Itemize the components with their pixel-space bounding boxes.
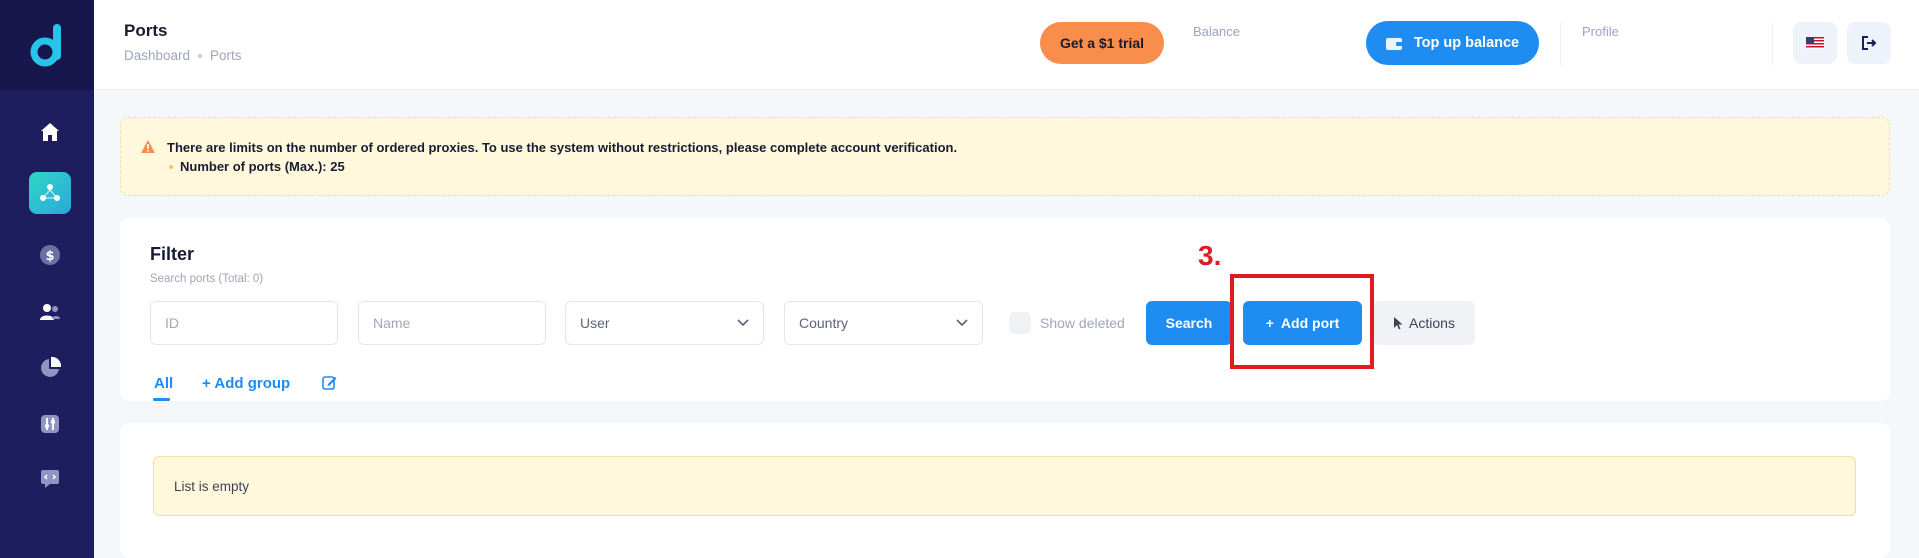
sidebar-item-ports[interactable] xyxy=(29,172,71,214)
network-icon xyxy=(40,184,60,201)
divider xyxy=(1772,22,1773,66)
chevron-down-icon xyxy=(956,319,968,327)
cursor-icon xyxy=(1394,316,1403,329)
ports-list-card: List is empty xyxy=(120,423,1890,558)
warning-message: There are limits on the number of ordere… xyxy=(167,140,958,155)
filter-subtitle: Search ports (Total: 0) xyxy=(150,273,264,285)
logout-button[interactable] xyxy=(1847,22,1891,64)
logo-icon xyxy=(30,24,61,67)
sidebar-item-stats[interactable] xyxy=(29,347,71,389)
add-group-button[interactable]: + Add group xyxy=(202,375,290,392)
chart-pie-icon xyxy=(41,356,62,377)
empty-list-message: List is empty xyxy=(153,456,1856,516)
logo[interactable] xyxy=(0,0,94,90)
top-up-button[interactable]: Top up balance xyxy=(1366,21,1539,65)
top-up-label: Top up balance xyxy=(1413,35,1520,51)
sidebar-item-billing[interactable]: $ xyxy=(29,234,71,276)
breadcrumb-separator xyxy=(198,53,203,58)
show-deleted-toggle[interactable]: Show deleted xyxy=(1009,312,1125,334)
edit-icon[interactable] xyxy=(322,375,337,390)
show-deleted-label: Show deleted xyxy=(1040,315,1125,331)
filter-title: Filter xyxy=(150,244,195,264)
bullet xyxy=(169,164,173,169)
add-group-label: Add group xyxy=(214,375,291,392)
settings-sliders-icon xyxy=(41,415,59,433)
verification-warning: There are limits on the number of ordere… xyxy=(120,117,1890,196)
id-input[interactable]: ID xyxy=(150,301,338,345)
header: Ports Dashboard Ports Get a $1 trial Bal… xyxy=(94,0,1919,90)
page-title: Ports xyxy=(124,21,168,40)
sidebar: $ xyxy=(0,0,94,558)
search-button[interactable]: Search xyxy=(1146,301,1232,345)
home-icon xyxy=(41,123,59,141)
users-icon xyxy=(40,304,60,320)
code-chat-icon xyxy=(41,470,59,488)
us-flag-icon xyxy=(1806,37,1824,49)
logout-icon xyxy=(1862,36,1877,50)
annotation-highlight-box xyxy=(1230,274,1374,369)
warning-limit-text: Number of ports (Max.): 25 xyxy=(180,159,345,174)
user-select-value: User xyxy=(580,315,610,331)
plus-icon: + xyxy=(202,375,215,392)
user-select[interactable]: User xyxy=(565,301,764,345)
country-select[interactable]: Country xyxy=(784,301,983,345)
svg-text:$: $ xyxy=(45,249,54,264)
actions-button[interactable]: Actions xyxy=(1373,301,1475,345)
sidebar-item-settings[interactable] xyxy=(29,403,71,445)
dollar-icon: $ xyxy=(40,245,60,265)
country-select-value: Country xyxy=(799,315,849,331)
breadcrumb-ports: Ports xyxy=(210,48,242,63)
breadcrumb-dashboard[interactable]: Dashboard xyxy=(124,48,190,63)
language-button[interactable] xyxy=(1793,22,1837,64)
warning-limit-item: Number of ports (Max.): 25 xyxy=(167,159,345,174)
profile-label[interactable]: Profile xyxy=(1582,24,1619,39)
annotation-step-label: 3. xyxy=(1198,240,1222,271)
actions-label: Actions xyxy=(1409,315,1455,331)
tab-all[interactable]: All xyxy=(154,375,173,392)
sidebar-item-api[interactable] xyxy=(29,458,71,500)
active-tab-indicator xyxy=(153,398,170,401)
show-deleted-checkbox[interactable] xyxy=(1009,312,1031,334)
sidebar-item-home[interactable] xyxy=(29,111,71,153)
name-input[interactable]: Name xyxy=(358,301,546,345)
warning-icon xyxy=(141,140,155,153)
trial-button[interactable]: Get a $1 trial xyxy=(1040,22,1164,64)
divider xyxy=(1560,22,1561,66)
filter-card: Filter Search ports (Total: 0) ID Name U… xyxy=(120,218,1890,401)
breadcrumb: Dashboard Ports xyxy=(124,48,242,63)
sidebar-item-users[interactable] xyxy=(29,291,71,333)
balance-label: Balance xyxy=(1193,24,1240,39)
wallet-icon xyxy=(1385,38,1402,50)
chevron-down-icon xyxy=(737,319,749,327)
